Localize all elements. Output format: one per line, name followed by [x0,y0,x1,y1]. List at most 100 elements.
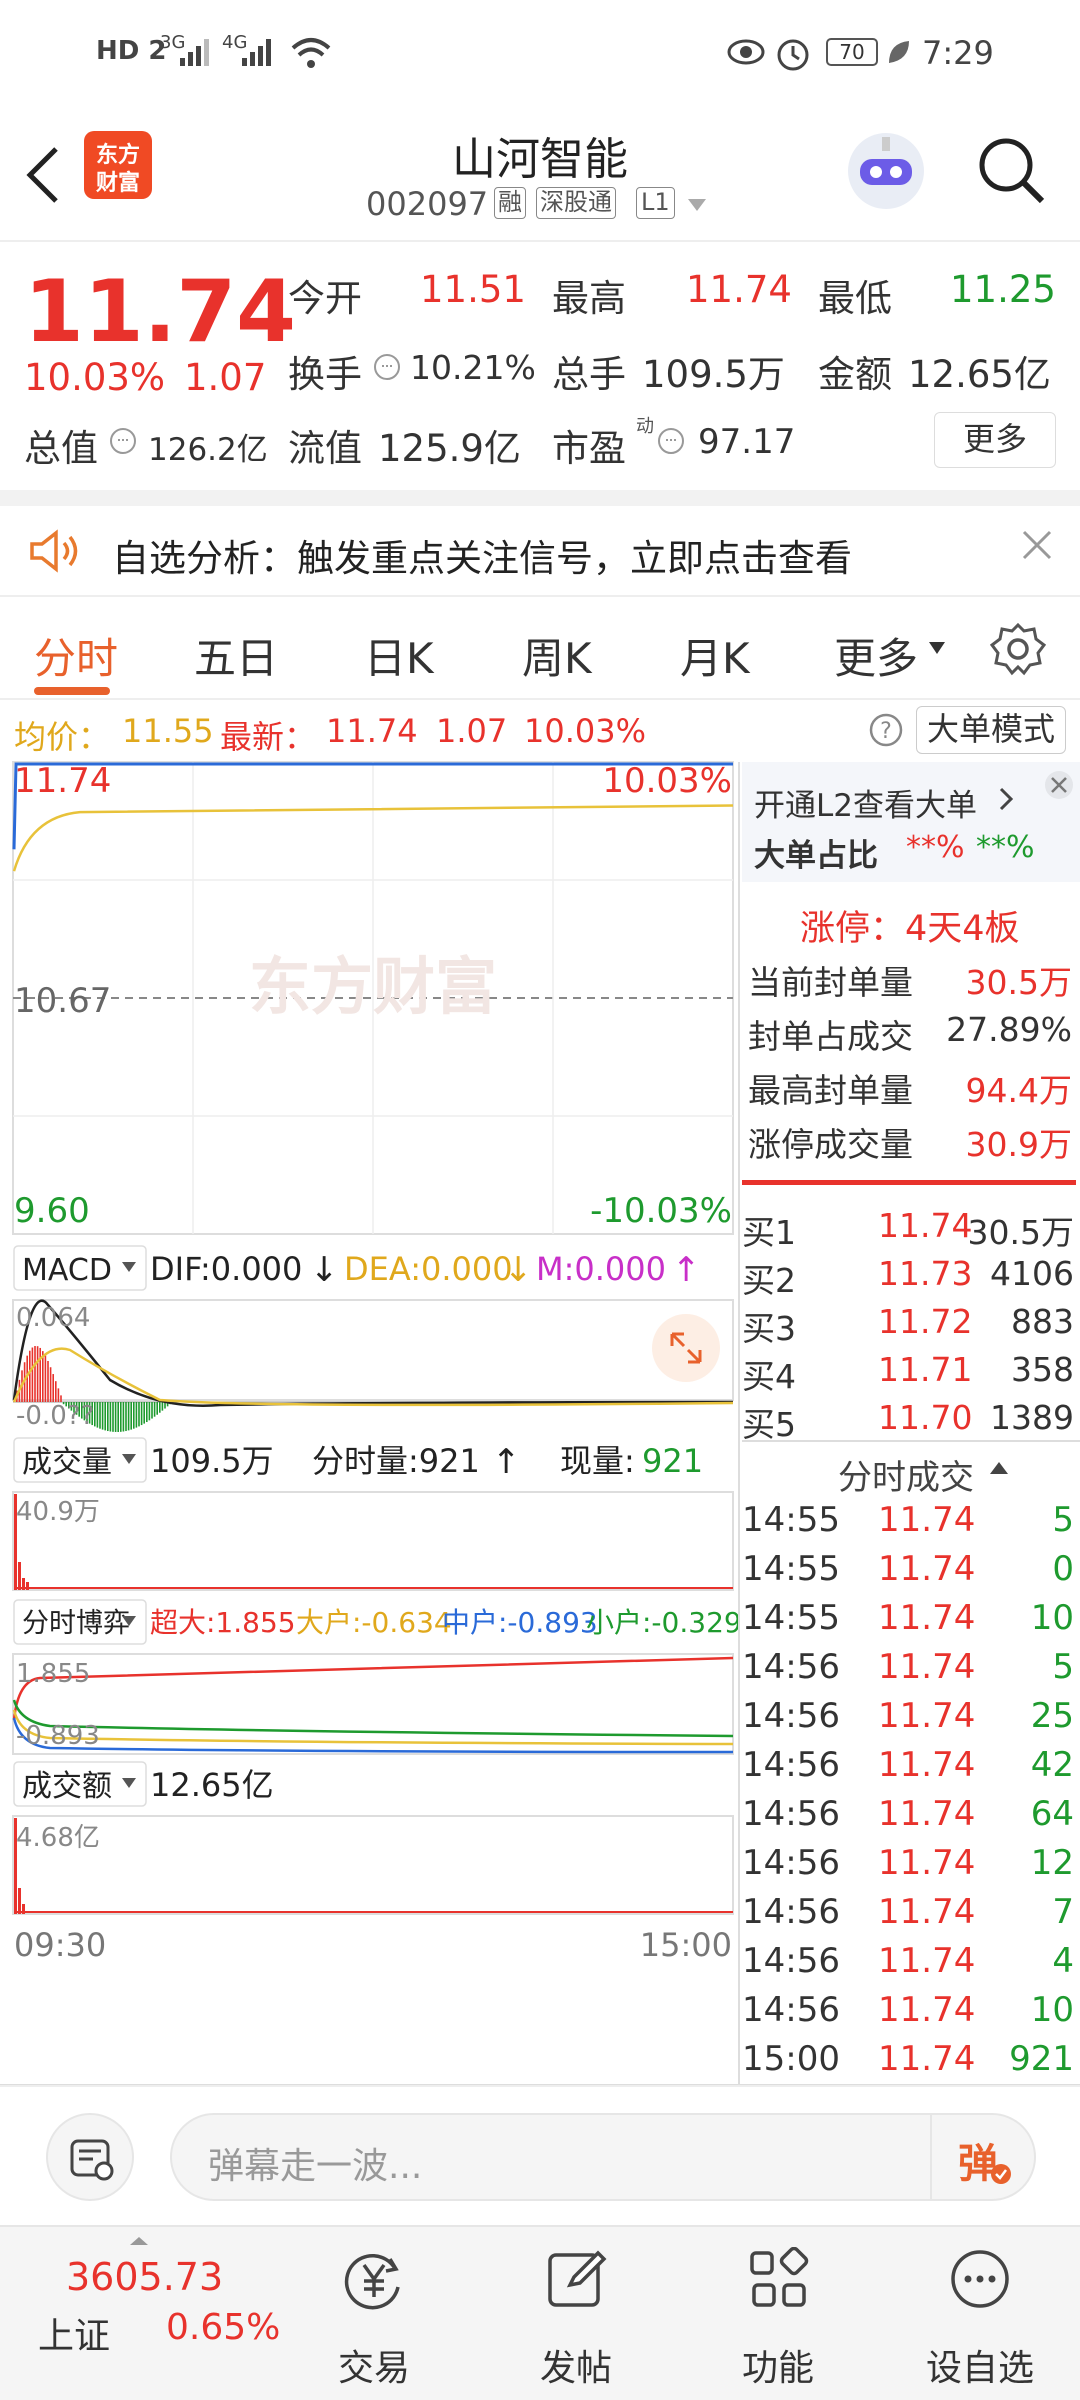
triangle-down-icon[interactable] [928,641,946,655]
logo-text-2: 财富 [95,171,140,196]
gear-icon[interactable] [990,621,1046,677]
tick-time: 15:00 [742,2039,840,2079]
chevron-right-icon [999,787,1014,811]
avg-label: 均价： [14,718,111,756]
check-badge-icon [991,2164,1011,2184]
macd-bar [159,1402,161,1413]
note-button[interactable] [46,2113,134,2201]
amount-bar [18,1888,21,1914]
tick-volume: 10 [1030,1598,1074,1638]
l2-link[interactable]: 开通L2查看大单 [754,780,977,825]
seal-ratio-value: 27.89% [946,1010,1072,1049]
dif-value: DIF:0.000 [150,1250,302,1288]
mktcap-label: 总值 [24,427,98,470]
tick-volume: 4 [1052,1941,1074,1981]
tab-weekly-k[interactable]: 周K [522,625,592,686]
danmu-input[interactable]: 弹幕走一波... 弹 [170,2113,1036,2201]
tick-row: 15:00 11.74 921 [742,2039,1080,2088]
tick-row: 14:55 11.74 0 [742,1549,1080,1598]
tick-time: 14:55 [742,1500,840,1540]
big-order-mode-button[interactable]: 大单模式 [916,706,1066,754]
turnover-label: 换手 [288,353,362,396]
latest-change: 1.07 [436,712,508,750]
nav-function[interactable]: 功能 [678,2227,878,2400]
macd-bar [153,1402,156,1417]
macd-bar [161,1402,164,1411]
bid-label: 买2 [742,1261,796,1300]
nav-trade-label: 交易 [337,2348,410,2389]
nav-add-watchlist[interactable]: 设自选 [880,2227,1080,2400]
l2-box[interactable]: 开通L2查看大单 大单占比 **% **% [742,762,1080,882]
change-pct: 10.03% [24,356,166,399]
macd-bar [120,1402,122,1432]
index-name[interactable]: 上证 [38,2307,110,2359]
help-icon[interactable]: ? [868,712,904,748]
macd-bar [148,1402,151,1421]
tab-five-day[interactable]: 五日 [194,625,278,686]
tick-row: 14:56 11.74 10 [742,1990,1080,2039]
intraday-chart[interactable]: 东方财富 11.74 10.03% 10.67 9.60 -10.03% MAC… [0,760,740,2085]
macd-bar [156,1402,158,1415]
note-settings-icon [70,2139,114,2181]
close-icon[interactable] [1020,528,1054,562]
back-arrow-icon[interactable] [22,145,62,205]
expand-button[interactable] [652,1314,720,1382]
signal-icon [242,39,271,66]
amount-value: 12.65亿 [908,353,1051,396]
close-icon[interactable] [1044,770,1074,800]
nav-trade[interactable]: 交易 [274,2227,474,2400]
notice-bar[interactable]: 自选分析：触发重点关注信号，立即点击查看 [0,490,1080,595]
seal-ratio-label: 封单占成交 [748,1017,913,1056]
more-button[interactable]: 更多 [934,412,1056,468]
info-circle-icon[interactable] [372,352,402,382]
tick-price: 11.74 [878,1549,976,1589]
stock-header: 东方 财富 山河智能 002097 融 深股通 L1 [0,105,1080,240]
volume-label: 总手 [552,353,626,396]
tick-row: 14:56 11.74 4 [742,1941,1080,1990]
battery-indicator: 70 [826,38,878,66]
price-mid-label: 10.67 [14,981,111,1021]
bid-price: 11.73 [878,1254,973,1293]
info-circle-icon[interactable] [108,426,138,456]
app-logo[interactable]: 东方 财富 [84,131,152,199]
triangle-down-icon[interactable] [686,197,708,213]
change-value: 1.07 [184,356,267,399]
max-seal-value: 94.4万 [965,1071,1072,1110]
index-value[interactable]: 3605.73 [66,2255,223,2299]
stock-code: 002097 [366,185,489,223]
volume-now-value: 921 [642,1442,703,1480]
quote-panel: 11.74 10.03% 1.07 今开 11.51 最高 11.74 最低 1… [0,240,1080,490]
bid-label: 买5 [742,1405,796,1444]
macd-bar [55,1381,57,1402]
info-circle-icon[interactable] [656,426,686,456]
nav-post[interactable]: 发帖 [476,2227,676,2400]
index-pct[interactable]: 0.65% [166,2307,280,2348]
ticks-title[interactable]: 分时成交 [838,1450,974,1499]
watermark: 东方财富 [249,950,497,1023]
last-price: 11.74 [24,262,297,362]
status-time: 7:29 [922,34,994,72]
tab-more[interactable]: 更多 [834,625,918,686]
tab-daily-k[interactable]: 日K [364,625,434,686]
tab-monthly-k[interactable]: 月K [680,625,750,686]
tick-price: 11.74 [878,1941,976,1981]
triangle-up-icon[interactable] [128,2235,150,2247]
bid-row-1: 买1 11.74 30.5万 [742,1206,1080,1254]
macd-bar [143,1402,145,1424]
low-label: 最低 [818,277,892,320]
limit-vol-label: 涨停成交量 [748,1125,913,1164]
triangle-up-icon[interactable] [988,1460,1010,1476]
pe-value: 97.17 [698,422,796,462]
tick-price: 11.74 [878,1598,976,1638]
tick-time: 14:56 [742,1941,840,1981]
dea-value: DEA:0.000 [344,1250,513,1288]
float-label: 流值 [288,427,362,470]
tick-volume: 25 [1030,1696,1074,1736]
tick-volume: 10 [1030,1990,1074,2030]
macd-top-label: 0.064 [16,1303,90,1333]
danmu-bar: 弹幕走一波... 弹 [0,2085,1080,2225]
tick-time: 14:56 [742,1990,840,2030]
search-icon[interactable] [976,135,1048,207]
robot-avatar-icon[interactable] [844,129,928,213]
tab-intraday[interactable]: 分时 [34,625,118,686]
